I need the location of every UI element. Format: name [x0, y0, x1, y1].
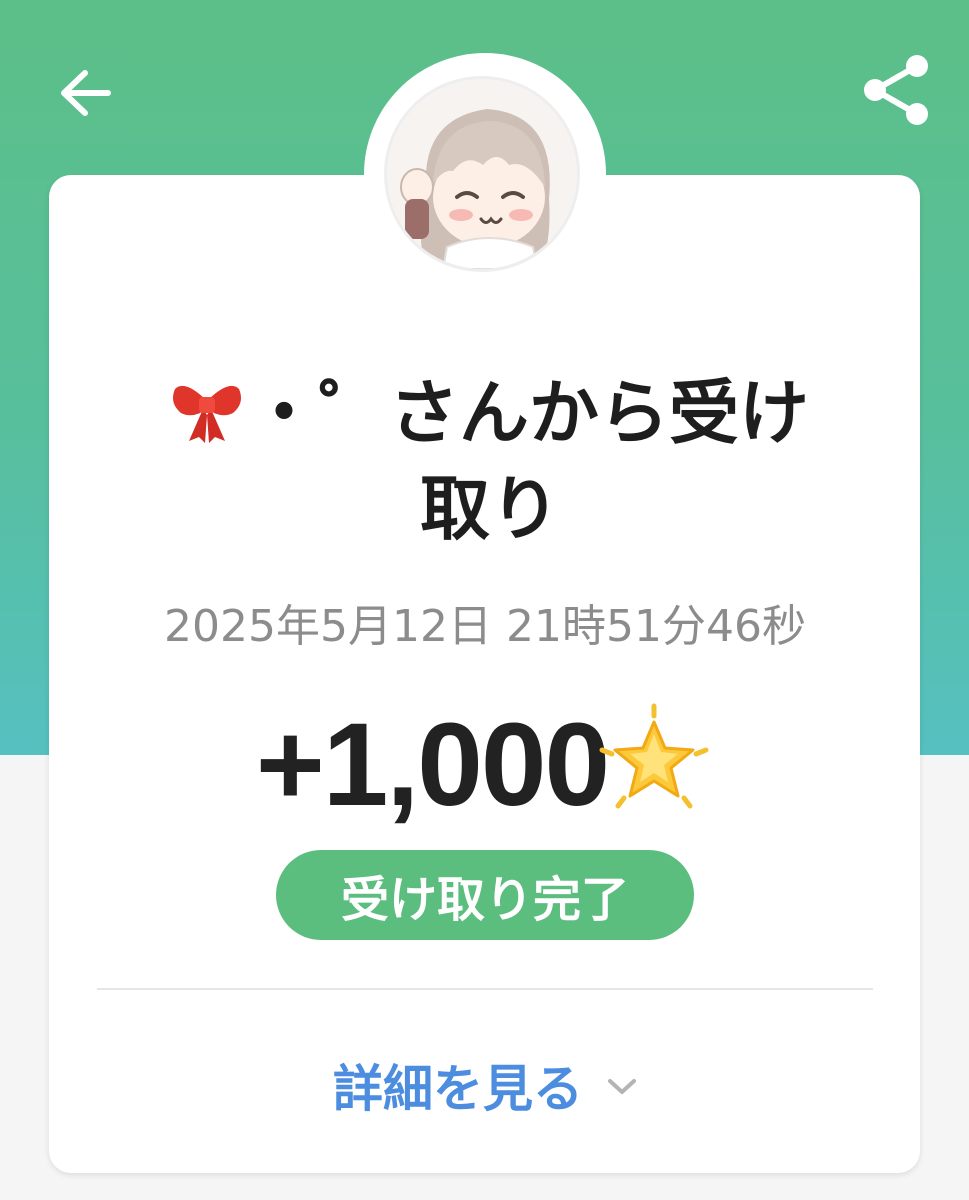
- avatar: [384, 76, 580, 272]
- arrow-left-icon: [61, 70, 111, 116]
- status-badge: 受け取り完了: [276, 850, 694, 940]
- chevron-down-icon: [608, 1079, 636, 1094]
- view-details-label: 詳細を見る: [333, 1060, 583, 1118]
- ribbon-bow-icon: [173, 385, 241, 443]
- receipt-card: [49, 175, 920, 1173]
- amount-row: +1,000: [200, 699, 770, 831]
- sender-title-text: ・゜さんから受け取り: [249, 372, 809, 550]
- amount-value: +1,000: [255, 699, 610, 831]
- view-details-button[interactable]: 詳細を見る: [300, 1040, 670, 1130]
- divider: [97, 988, 873, 990]
- share-icon: [864, 55, 928, 125]
- glowing-star-icon: [599, 703, 709, 809]
- transaction-timestamp: 2025年5月12日 21時51分46秒: [164, 601, 806, 652]
- back-button[interactable]: [52, 60, 118, 126]
- share-button[interactable]: [852, 50, 940, 130]
- sender-title: ・゜さんから受け取り: [150, 365, 830, 557]
